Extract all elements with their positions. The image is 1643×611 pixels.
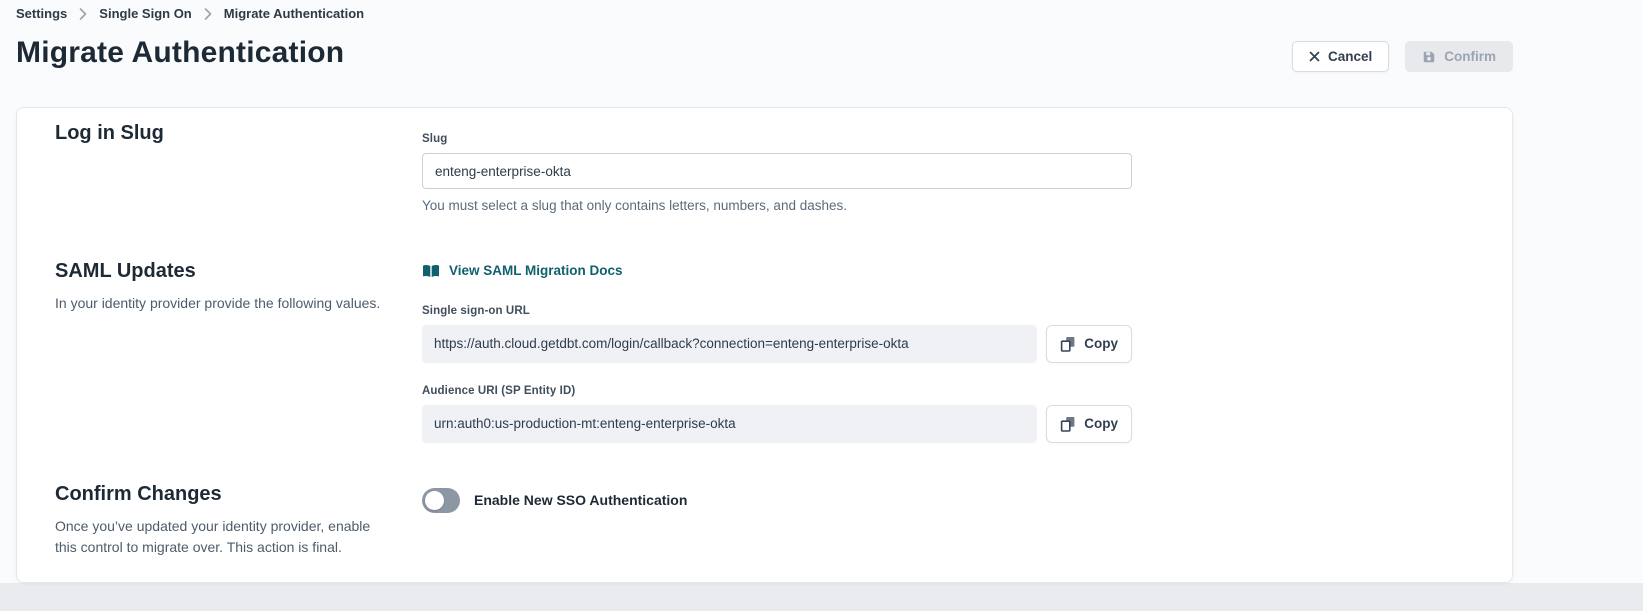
- section-confirm-changes-right: Enable New SSO Authentication: [422, 483, 1132, 513]
- section-login-slug: Log in Slug Slug You must select a slug …: [55, 122, 1474, 213]
- breadcrumb-single-sign-on[interactable]: Single Sign On: [99, 6, 191, 21]
- audience-uri-field: urn:auth0:us-production-mt:enteng-enterp…: [422, 405, 1037, 443]
- cancel-button[interactable]: Cancel: [1292, 41, 1389, 72]
- audience-uri-block: Audience URI (SP Entity ID) urn:auth0:us…: [422, 385, 1132, 443]
- migrate-authentication-card: Log in Slug Slug You must select a slug …: [16, 107, 1513, 583]
- breadcrumb: Settings Single Sign On Migrate Authenti…: [16, 6, 364, 21]
- sso-url-block: Single sign-on URL https://auth.cloud.ge…: [422, 305, 1132, 363]
- slug-helper-text: You must select a slug that only contain…: [422, 198, 1132, 213]
- saml-updates-heading: SAML Updates: [55, 260, 392, 283]
- confirm-changes-heading: Confirm Changes: [55, 483, 392, 506]
- page-title: Migrate Authentication: [16, 36, 344, 70]
- header-actions: Cancel Confirm: [1292, 41, 1513, 72]
- section-login-slug-left: Log in Slug: [55, 122, 422, 145]
- breadcrumb-settings[interactable]: Settings: [16, 6, 67, 21]
- chevron-right-icon: [204, 8, 212, 20]
- confirm-changes-description: Once you’ve updated your identity provid…: [55, 516, 392, 559]
- enable-sso-toggle-label: Enable New SSO Authentication: [474, 492, 687, 508]
- cancel-button-label: Cancel: [1328, 49, 1372, 64]
- audience-uri-copy-button[interactable]: Copy: [1046, 405, 1132, 443]
- slug-label: Slug: [422, 133, 1132, 145]
- view-saml-migration-docs-label: View SAML Migration Docs: [449, 263, 623, 278]
- enable-sso-toggle[interactable]: [422, 488, 460, 513]
- section-saml-updates: SAML Updates In your identity provider p…: [55, 260, 1474, 443]
- saml-updates-description: In your identity provider provide the fo…: [55, 293, 392, 315]
- copy-icon: [1060, 336, 1076, 352]
- section-confirm-changes: Confirm Changes Once you’ve updated your…: [55, 483, 1474, 559]
- sso-url-label: Single sign-on URL: [422, 305, 1132, 317]
- confirm-button-label: Confirm: [1444, 49, 1496, 64]
- copy-icon: [1060, 416, 1076, 432]
- sso-url-field: https://auth.cloud.getdbt.com/login/call…: [422, 325, 1037, 363]
- section-saml-updates-left: SAML Updates In your identity provider p…: [55, 260, 422, 315]
- confirm-button[interactable]: Confirm: [1405, 41, 1513, 72]
- login-slug-heading: Log in Slug: [55, 122, 392, 145]
- section-saml-updates-right: View SAML Migration Docs Single sign-on …: [422, 260, 1132, 443]
- slug-input[interactable]: [422, 153, 1132, 189]
- section-login-slug-right: Slug You must select a slug that only co…: [422, 122, 1132, 213]
- x-icon: [1309, 51, 1320, 62]
- toggle-knob: [425, 491, 444, 510]
- chevron-right-icon: [79, 8, 87, 20]
- section-confirm-changes-left: Confirm Changes Once you’ve updated your…: [55, 483, 422, 559]
- audience-uri-copy-label: Copy: [1084, 416, 1118, 431]
- audience-uri-label: Audience URI (SP Entity ID): [422, 385, 1132, 397]
- sso-url-copy-button[interactable]: Copy: [1046, 325, 1132, 363]
- enable-sso-toggle-row: Enable New SSO Authentication: [422, 483, 1132, 513]
- breadcrumb-migrate-authentication: Migrate Authentication: [224, 6, 364, 21]
- open-book-icon: [422, 264, 440, 278]
- view-saml-migration-docs-link[interactable]: View SAML Migration Docs: [422, 263, 623, 278]
- sso-url-copy-label: Copy: [1084, 336, 1118, 351]
- save-icon: [1422, 50, 1436, 64]
